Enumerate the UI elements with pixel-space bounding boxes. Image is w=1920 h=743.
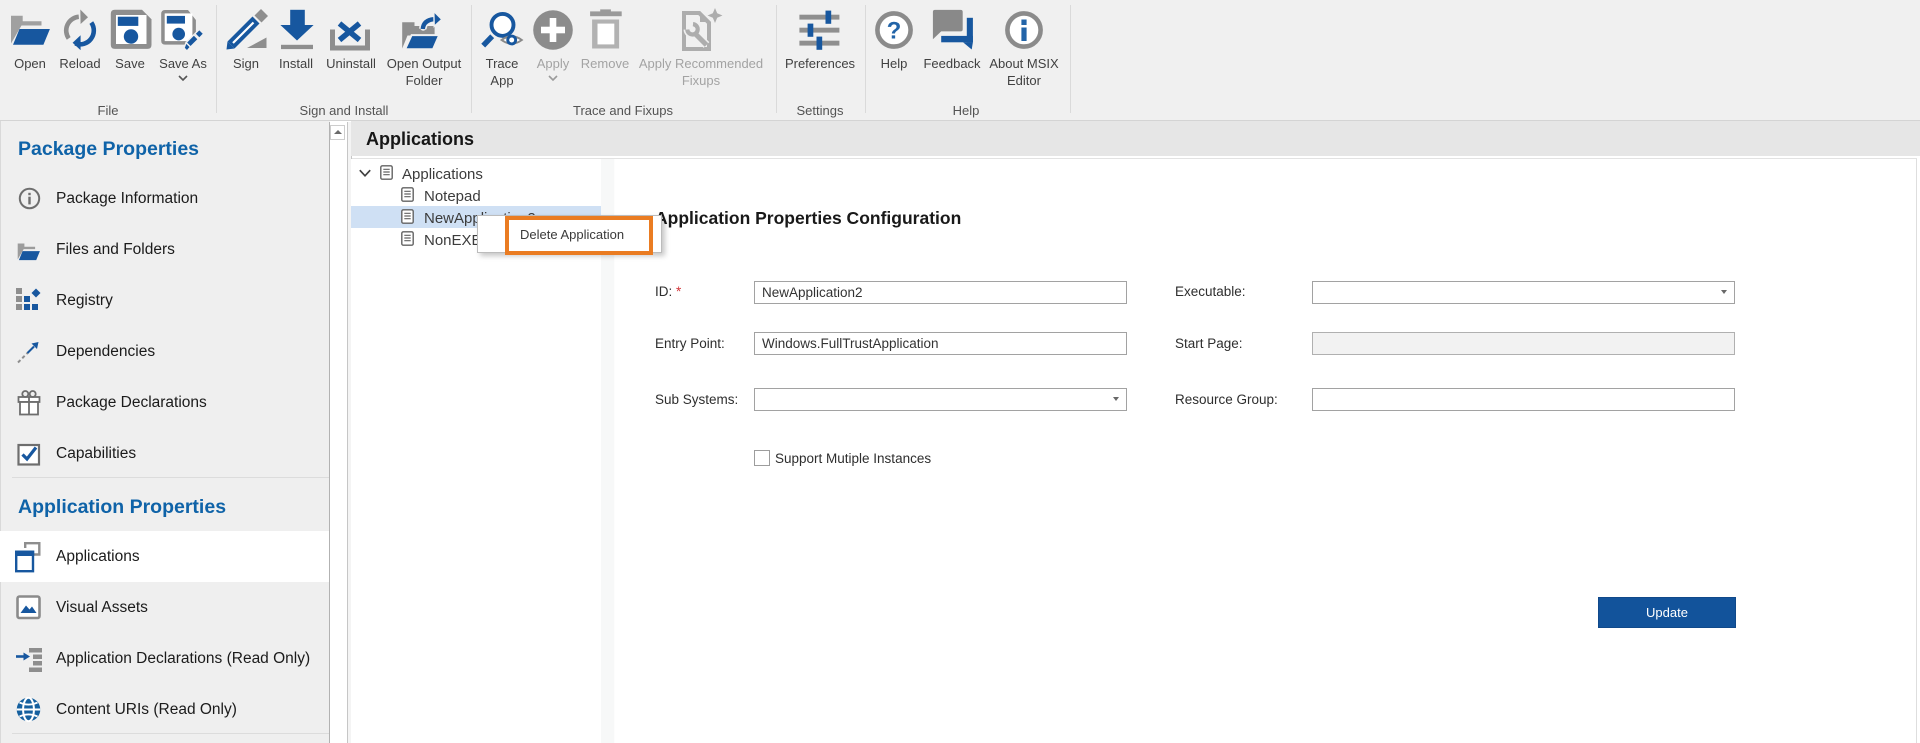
svg-text:?: ? [887, 18, 902, 45]
